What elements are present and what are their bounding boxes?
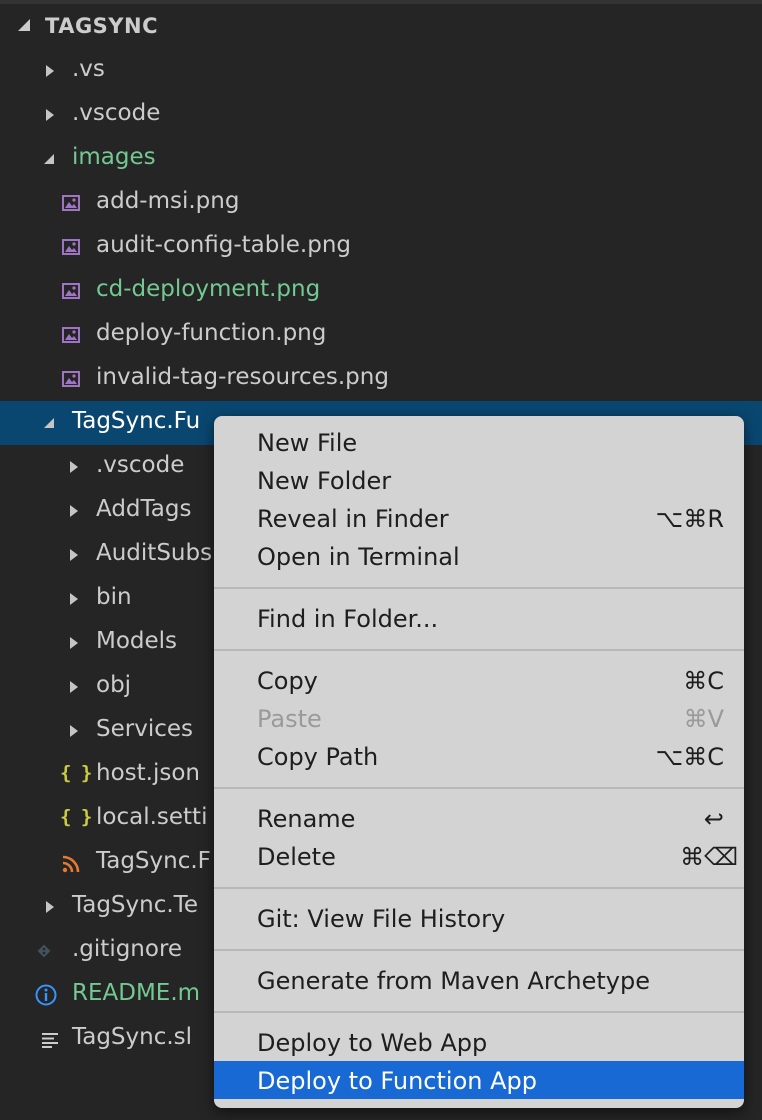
tree-item-add-msi-png[interactable]: add-msi.png [0,181,762,225]
menu-item-label: Reveal in Finder [257,505,449,533]
image-file-icon [62,283,80,299]
menu-item-reveal-in-finder[interactable]: Reveal in Finder ⌥⌘R [214,499,744,537]
chevron-right-icon[interactable] [70,725,78,737]
menu-item-label: Find in Folder... [257,605,439,633]
image-file-icon [62,371,80,387]
menu-item-copy-path[interactable]: Copy Path ⌥⌘C [214,737,744,775]
tree-item-label: add-msi.png [96,188,240,214]
menu-item-find-in-folder[interactable]: Find in Folder... [214,599,744,637]
chevron-down-icon[interactable] [18,19,30,31]
chevron-right-icon[interactable] [70,549,78,561]
tree-item-label: .vscode [96,452,185,478]
menu-item-new-file[interactable]: New File [214,423,744,461]
tree-item-label: TagSync.Fu [72,408,201,434]
tree-item-label: .vs [72,56,105,82]
image-file-icon [62,195,80,211]
git-file-icon [37,944,51,958]
menu-separator [214,587,744,589]
menu-item-shortcut: ⌘V [683,705,724,733]
tree-item-label: AuditSubs [96,540,213,566]
menu-item-new-folder[interactable]: New Folder [214,461,744,499]
chevron-right-icon[interactable] [70,593,78,605]
menu-item-label: New Folder [257,467,392,495]
menu-item-delete[interactable]: Delete ⌘⌫ [214,837,744,875]
chevron-right-icon[interactable] [46,901,54,913]
explorer-section-header[interactable]: TAGSYNC [0,4,762,48]
tree-item-cd-deployment-png[interactable]: cd-deployment.png [0,269,762,313]
menu-separator [214,787,744,789]
tree-item-vs-folder[interactable]: .vs [0,49,762,93]
menu-item-deploy-to-function-app[interactable]: Deploy to Function App [214,1061,744,1099]
chevron-right-icon[interactable] [70,505,78,517]
menu-item-paste: Paste ⌘V [214,699,744,737]
menu-item-label: Paste [257,705,322,733]
chevron-down-icon[interactable] [44,418,54,428]
menu-item-deploy-to-web-app[interactable]: Deploy to Web App [214,1023,744,1061]
tree-item-label: .gitignore [72,936,183,962]
menu-item-label: New File [257,429,358,457]
tree-item-label: invalid-tag-resources.png [96,364,389,390]
chevron-right-icon[interactable] [46,65,54,77]
chevron-right-icon[interactable] [70,461,78,473]
menu-item-shortcut: ⌘C [683,667,724,695]
menu-separator [214,949,744,951]
tree-item-label: host.json [96,760,200,786]
tree-item-label: cd-deployment.png [96,276,321,302]
tree-item-label: README.m [72,980,201,1006]
menu-separator [214,649,744,651]
menu-item-label: Delete [257,843,336,871]
tree-item-label: Services [96,716,193,742]
tree-item-label: TagSync.F [96,848,211,874]
tree-item-label: AddTags [96,496,192,522]
menu-item-label: Rename [257,805,356,833]
menu-item-label: Open in Terminal [257,543,460,571]
chevron-down-icon[interactable] [44,154,54,164]
return-key-icon: ↩ [703,805,724,833]
menu-item-shortcut: ⌥⌘C [655,743,724,771]
json-file-icon: { } [60,806,92,828]
json-file-icon: { } [60,762,92,784]
chevron-right-icon[interactable] [70,637,78,649]
menu-separator [214,887,744,889]
tree-item-label: audit-config-table.png [96,232,351,258]
tree-item-deploy-function-png[interactable]: deploy-function.png [0,313,762,357]
tree-item-label: deploy-function.png [96,320,327,346]
menu-item-label: Copy Path [257,743,379,771]
menu-item-generate-from-maven-archetype[interactable]: Generate from Maven Archetype [214,961,744,999]
image-file-icon [62,239,80,255]
tree-item-label: local.setti [96,804,208,830]
tree-item-vscode-folder[interactable]: .vscode [0,93,762,137]
tree-item-audit-config-table-png[interactable]: audit-config-table.png [0,225,762,269]
menu-item-shortcut: ⌘⌫ [680,843,738,871]
rss-icon [62,855,80,873]
tree-item-invalid-tag-resources-png[interactable]: invalid-tag-resources.png [0,357,762,401]
menu-item-label: Copy [257,667,318,695]
text-file-icon [42,1033,58,1048]
context-menu: New File New Folder Reveal in Finder ⌥⌘R… [214,416,744,1108]
menu-item-label: Deploy to Function App [257,1067,537,1095]
tree-item-images-folder[interactable]: images [0,137,762,181]
menu-item-label: Git: View File History [257,905,506,933]
menu-item-copy[interactable]: Copy ⌘C [214,661,744,699]
tree-item-label: TagSync.sl [72,1024,193,1050]
chevron-right-icon[interactable] [70,681,78,693]
menu-item-rename[interactable]: Rename ↩ [214,799,744,837]
tree-item-label: .vscode [72,100,161,126]
menu-item-git-view-file-history[interactable]: Git: View File History [214,899,744,937]
menu-item-label: Deploy to Web App [257,1029,488,1057]
menu-item-label: Generate from Maven Archetype [257,967,650,995]
section-title: TAGSYNC [45,14,159,38]
explorer-window: TAGSYNC .vs .vscode images add-msi.png a… [0,0,762,1120]
tree-item-label: obj [96,672,132,698]
image-file-icon [62,327,80,343]
menu-item-shortcut: ⌥⌘R [655,505,724,533]
tree-item-label: images [72,144,156,170]
info-icon [35,984,57,1006]
tree-item-label: bin [96,584,132,610]
menu-item-open-in-terminal[interactable]: Open in Terminal [214,537,744,575]
tree-item-label: Models [96,628,178,654]
menu-separator [214,1011,744,1013]
chevron-right-icon[interactable] [46,109,54,121]
tree-item-label: TagSync.Te [72,892,198,918]
